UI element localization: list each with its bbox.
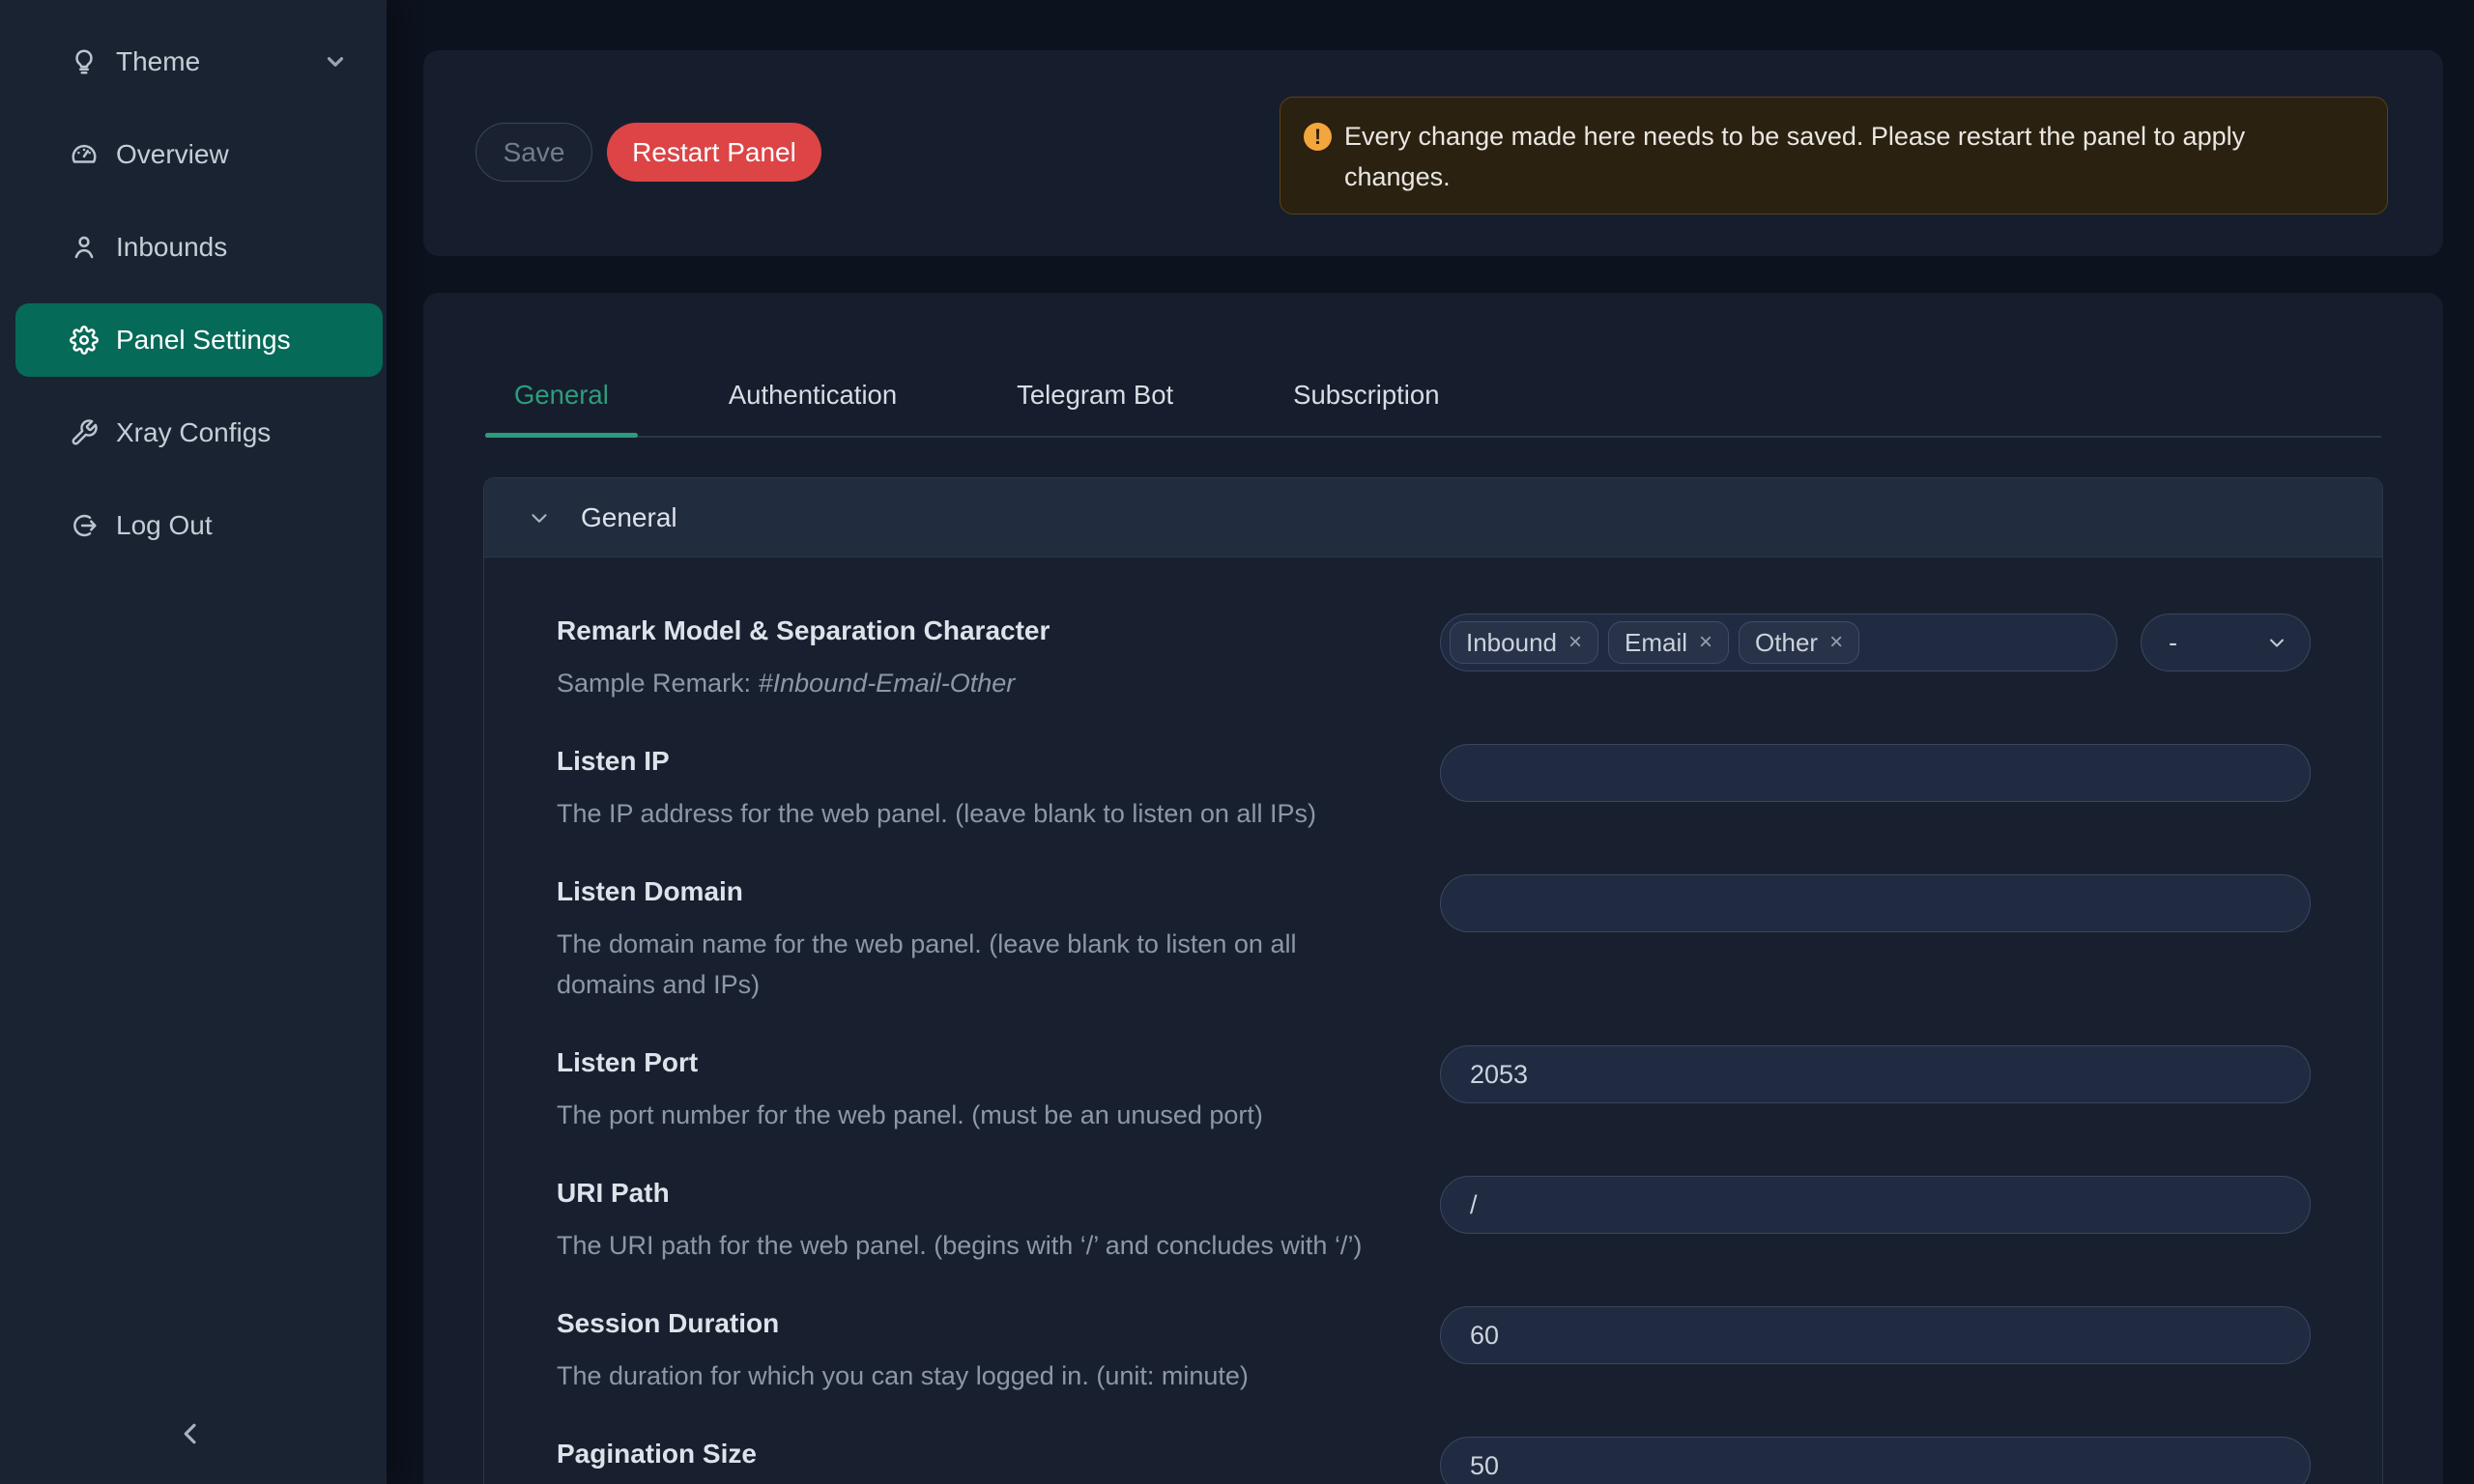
field-description: The port number for the web panel. (must… xyxy=(557,1095,1430,1135)
form-row-session-duration: Session Duration The duration for which … xyxy=(557,1304,2311,1396)
sidebar-item-label: Inbounds xyxy=(116,232,227,263)
field-label: Listen Domain xyxy=(557,872,1430,911)
chevron-down-icon xyxy=(527,505,552,530)
logout-icon xyxy=(70,511,99,540)
toolbar-card: Save Restart Panel ! Every change made h… xyxy=(423,50,2443,256)
field-label: Pagination Size xyxy=(557,1435,1430,1473)
tab-bar: General Authentication Telegram Bot Subs… xyxy=(485,355,2381,438)
sidebar-item-log-out[interactable]: Log Out xyxy=(15,489,383,562)
panel-settings-card: General Authentication Telegram Bot Subs… xyxy=(423,293,2443,1484)
sidebar: Theme Overview Inbounds Panel Settings xyxy=(0,0,387,1484)
field-label: Remark Model & Separation Character xyxy=(557,612,1430,650)
remove-tag-icon[interactable]: × xyxy=(1829,631,1843,654)
separator-select-value: - xyxy=(2169,628,2177,658)
field-label: Session Duration xyxy=(557,1304,1430,1343)
field-description: The IP address for the web panel. (leave… xyxy=(557,793,1430,834)
restart-panel-button[interactable]: Restart Panel xyxy=(607,123,821,182)
listen-port-input[interactable] xyxy=(1440,1045,2311,1103)
save-button[interactable]: Save xyxy=(475,123,592,182)
form-row-remark-model: Remark Model & Separation Character Samp… xyxy=(557,612,2311,703)
tab-telegram-bot[interactable]: Telegram Bot xyxy=(988,355,1202,436)
session-duration-input[interactable] xyxy=(1440,1306,2311,1364)
field-description: The duration for which you can stay logg… xyxy=(557,1356,1430,1396)
chevron-down-icon xyxy=(2265,631,2288,654)
collapse-title: General xyxy=(581,502,677,533)
chevron-left-icon xyxy=(172,1415,215,1452)
sidebar-item-label: Theme xyxy=(116,46,200,77)
gauge-icon xyxy=(70,140,99,169)
listen-ip-input[interactable] xyxy=(1440,744,2311,802)
separator-select[interactable]: - xyxy=(2141,614,2311,671)
sidebar-item-label: Xray Configs xyxy=(116,417,271,448)
sidebar-collapse-button[interactable] xyxy=(172,1413,215,1455)
gear-icon xyxy=(70,326,99,355)
sidebar-item-xray-configs[interactable]: Xray Configs xyxy=(15,396,383,470)
tab-general[interactable]: General xyxy=(485,355,638,436)
field-label: Listen IP xyxy=(557,742,1430,781)
form-row-pagination-size: Pagination Size xyxy=(557,1435,2311,1484)
form-row-listen-port: Listen Port The port number for the web … xyxy=(557,1043,2311,1135)
sidebar-item-overview[interactable]: Overview xyxy=(15,118,383,191)
warning-alert-text: Every change made here needs to be saved… xyxy=(1344,116,2354,197)
form-row-uri-path: URI Path The URI path for the web panel.… xyxy=(557,1174,2311,1266)
remark-model-multiselect[interactable]: Inbound × Email × Other × xyxy=(1440,614,2117,671)
general-collapse-panel: General Remark Model & Separation Charac… xyxy=(483,477,2383,1484)
warning-alert: ! Every change made here needs to be sav… xyxy=(1280,97,2388,214)
sidebar-item-inbounds[interactable]: Inbounds xyxy=(15,211,383,284)
form-row-listen-domain: Listen Domain The domain name for the we… xyxy=(557,872,2311,1005)
remove-tag-icon[interactable]: × xyxy=(1699,631,1712,654)
field-description: The domain name for the web panel. (leav… xyxy=(557,924,1383,1005)
sidebar-item-label: Log Out xyxy=(116,510,213,541)
form-row-listen-ip: Listen IP The IP address for the web pan… xyxy=(557,742,2311,834)
sidebar-item-panel-settings[interactable]: Panel Settings xyxy=(15,303,383,377)
user-icon xyxy=(70,233,99,262)
tag-email: Email × xyxy=(1608,621,1729,664)
field-label: Listen Port xyxy=(557,1043,1430,1082)
remove-tag-icon[interactable]: × xyxy=(1568,631,1582,654)
tag-inbound: Inbound × xyxy=(1450,621,1598,664)
collapse-body: Remark Model & Separation Character Samp… xyxy=(484,557,2382,1484)
field-description: Sample Remark: #Inbound-Email-Other xyxy=(557,663,1430,703)
uri-path-input[interactable] xyxy=(1440,1176,2311,1234)
sidebar-item-label: Overview xyxy=(116,139,229,170)
field-label: URI Path xyxy=(557,1174,1430,1213)
tab-subscription[interactable]: Subscription xyxy=(1264,355,1468,436)
field-description: The URI path for the web panel. (begins … xyxy=(557,1225,1430,1266)
tab-authentication[interactable]: Authentication xyxy=(700,355,926,436)
tag-other: Other × xyxy=(1739,621,1859,664)
sidebar-item-theme[interactable]: Theme xyxy=(15,25,383,99)
sidebar-nav: Theme Overview Inbounds Panel Settings xyxy=(0,0,387,562)
chevron-down-icon xyxy=(323,49,348,74)
pagination-size-input[interactable] xyxy=(1440,1437,2311,1484)
collapse-header-general[interactable]: General xyxy=(484,478,2382,557)
listen-domain-input[interactable] xyxy=(1440,874,2311,932)
wrench-icon xyxy=(70,418,99,447)
sidebar-item-label: Panel Settings xyxy=(116,325,291,356)
warning-icon: ! xyxy=(1304,123,1332,151)
bulb-icon xyxy=(70,47,99,76)
